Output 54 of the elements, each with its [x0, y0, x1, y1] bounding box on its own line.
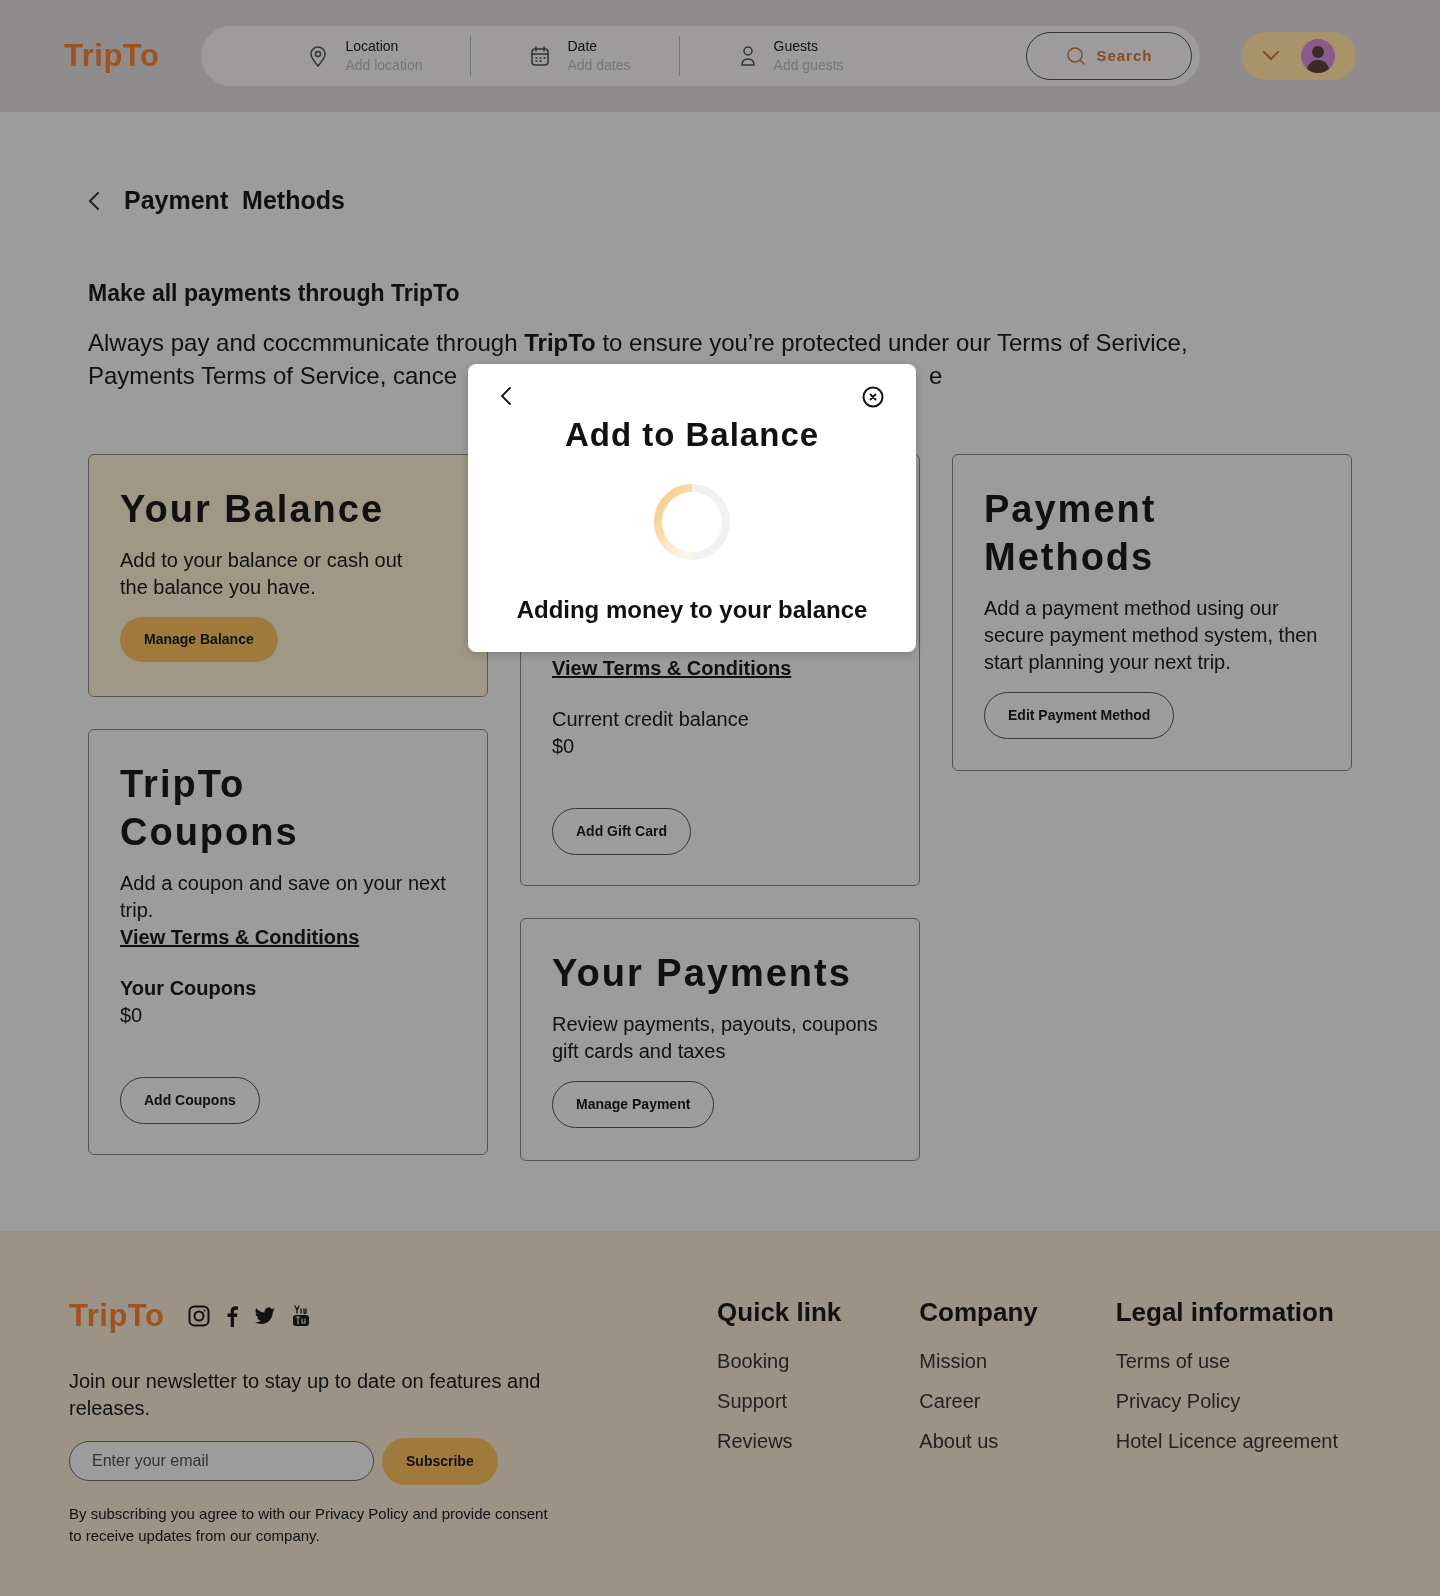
location-pin-icon: [309, 45, 328, 67]
footer-heading: Legal information: [1115, 1296, 1335, 1329]
person-icon: [739, 45, 756, 67]
modal-title: Add to Balance: [564, 415, 820, 455]
card-description: Add a payment method using our secure payment method system, then start planning your next trip.: [984, 596, 1319, 675]
close-icon[interactable]: [862, 386, 884, 408]
calendar-icon: [531, 46, 550, 66]
footer-link[interactable]: Privacy Policy: [1115, 1386, 1371, 1416]
footer-heading: Company: [919, 1296, 1039, 1329]
chevron-down-icon: [1262, 50, 1281, 62]
amount-value: $0: [552, 734, 576, 759]
notice-text: Always pay and coccmmunicate through TripTo to ensure you’re protected under our Terms of Serivice,: [88, 328, 1189, 358]
footer-link[interactable]: Mission: [919, 1346, 1116, 1376]
video-logo-icon[interactable]: [292, 1305, 311, 1328]
footer-link[interactable]: Terms of use: [1115, 1346, 1371, 1376]
newsletter-text: Join our newsletter to stay up to date on features and releases.: [69, 1368, 542, 1421]
section-heading: Make all payments through TripTo: [88, 278, 461, 308]
terms-link[interactable]: View Terms & Conditions: [120, 926, 360, 948]
page-title: Payment Methods: [124, 185, 345, 216]
terms-link[interactable]: View Terms & Conditions: [552, 657, 792, 679]
card-title: Your Balance: [120, 487, 386, 532]
footer-link[interactable]: Booking: [717, 1346, 920, 1376]
card-description: Add to your balance or cash out the balance you have.: [120, 548, 404, 600]
footer-link[interactable]: Reviews: [717, 1426, 920, 1456]
facebook-icon[interactable]: [226, 1305, 239, 1328]
field-label: Date: [567, 37, 599, 55]
footer-link[interactable]: Hotel Licence agreement: [1115, 1426, 1371, 1456]
card-description: Review payments, payouts, coupons gift cards and taxes: [552, 1012, 879, 1064]
twitter-bird-icon[interactable]: [254, 1307, 277, 1326]
avatar-icon: [1300, 38, 1337, 74]
amount-label: Current credit balance: [552, 707, 750, 732]
field-label: Location: [345, 37, 400, 55]
card-title: TripTo Coupons: [120, 762, 300, 855]
card-title: Your Payments: [552, 951, 853, 996]
profile-menu[interactable]: [1242, 32, 1357, 80]
card-description: Add a coupon and save on your next trip.: [120, 871, 447, 923]
instagram-icon[interactable]: [188, 1305, 211, 1328]
footer-link[interactable]: Support: [717, 1386, 920, 1416]
footer-link[interactable]: About us: [919, 1426, 1116, 1456]
button[interactable]: Manage Balance: [120, 617, 278, 662]
footer-link[interactable]: Career: [919, 1386, 1116, 1416]
footer-heading: Quick link: [717, 1296, 843, 1329]
loading-spinner-icon: [652, 481, 732, 562]
amount-label: Your Coupons: [120, 976, 258, 1001]
modal-message: Adding money to your balance: [516, 594, 868, 625]
field-label: Guests: [773, 37, 819, 55]
notice-text: e: [929, 361, 943, 391]
email-field[interactable]: Enter your email: [69, 1441, 374, 1481]
card-title: Payment Methods: [984, 487, 1158, 580]
search-icon: [1066, 46, 1087, 66]
notice-text: Payments Terms of Service, cance: [88, 361, 458, 391]
amount-value: $0: [120, 1003, 144, 1028]
subscribe-button[interactable]: Subscribe: [382, 1437, 498, 1485]
disclaimer-text: By subscribing you agree to with our Privacy Policy and provide consent to receive updates from our company.: [69, 1503, 549, 1546]
